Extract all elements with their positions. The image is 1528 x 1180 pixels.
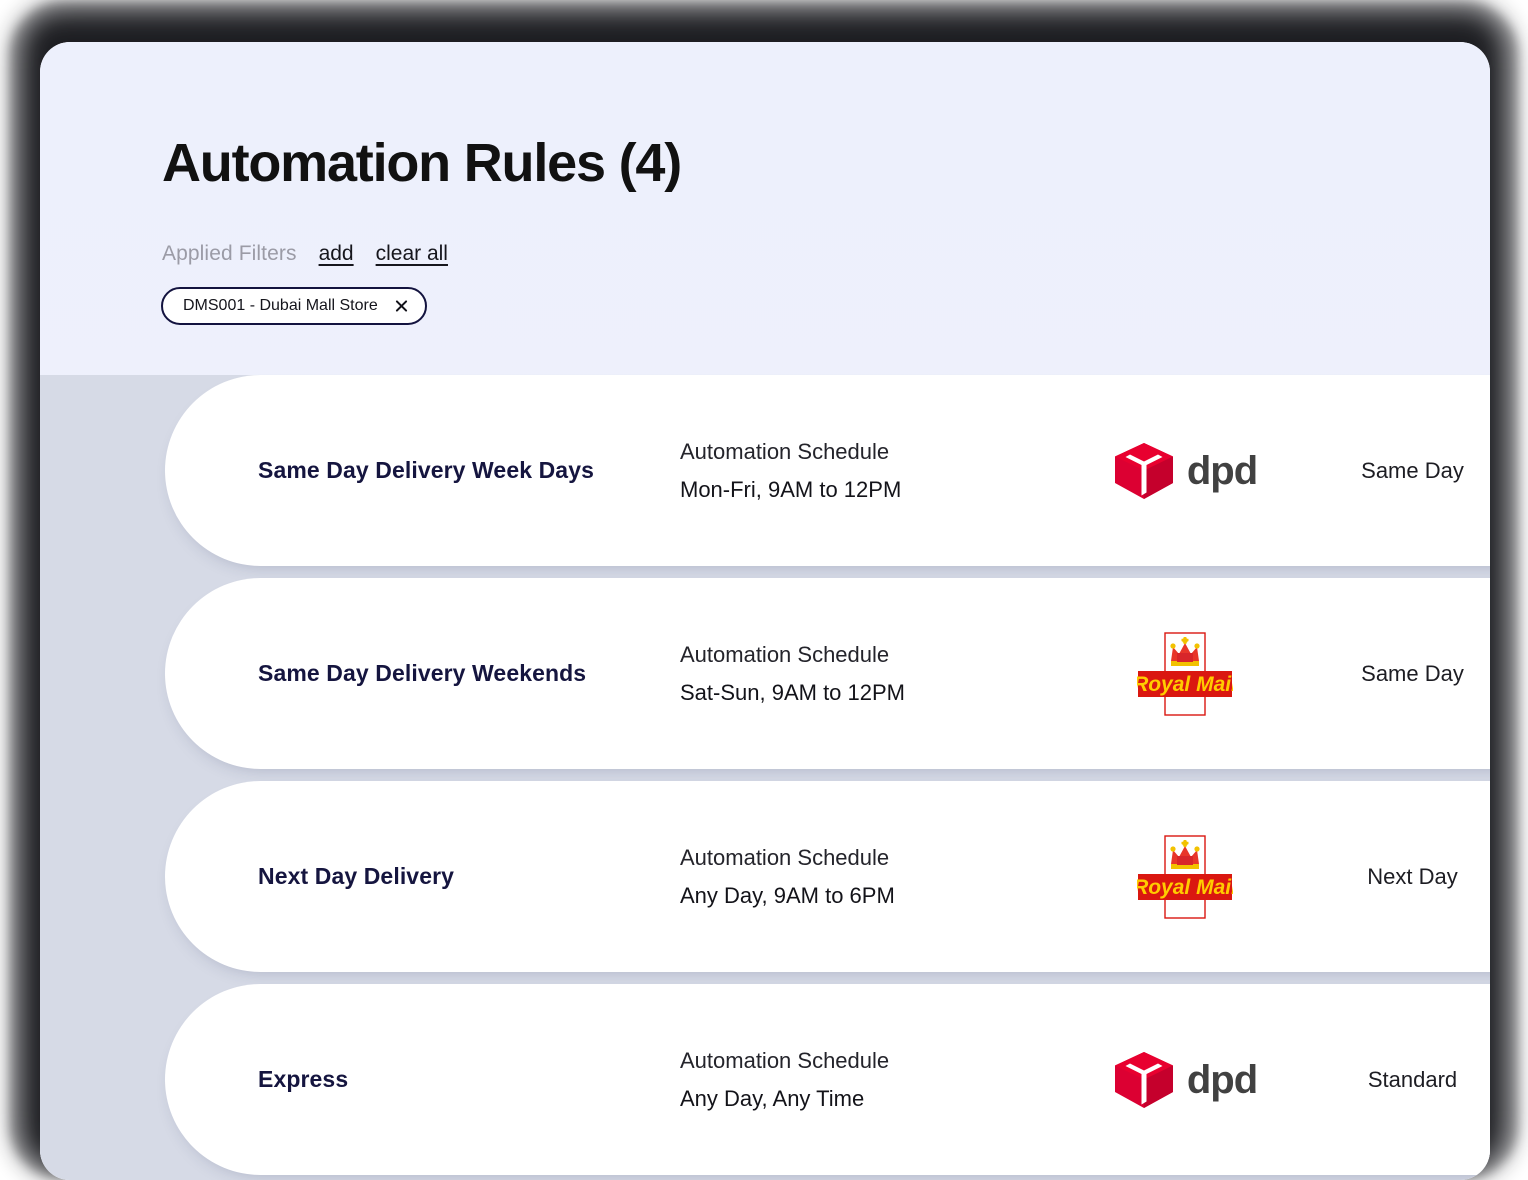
service-level: Standard: [1320, 1067, 1490, 1093]
table-row[interactable]: Same Day Delivery Weekends Automation Sc…: [165, 578, 1490, 769]
rule-name: Same Day Delivery Weekends: [165, 660, 680, 687]
service-level: Next Day: [1320, 864, 1490, 890]
dpd-logo-icon: dpd: [1113, 1051, 1257, 1109]
dpd-cube-icon: [1113, 442, 1175, 500]
schedule-title: Automation Schedule: [680, 636, 1050, 674]
royal-mail-logo-icon: Royal Mail: [1137, 834, 1233, 920]
filter-chip-list: DMS001 - Dubai Mall Store: [161, 287, 427, 325]
royal-mail-logo-icon: Royal Mail: [1137, 631, 1233, 717]
dpd-wordmark: dpd: [1187, 1060, 1257, 1100]
table-row[interactable]: Next Day Delivery Automation Schedule An…: [165, 781, 1490, 972]
rule-schedule: Automation Schedule Sat-Sun, 9AM to 12PM: [680, 636, 1050, 712]
screenshot-stage: Automation Rules (4) Applied Filters add…: [0, 0, 1528, 1180]
rule-schedule: Automation Schedule Mon-Fri, 9AM to 12PM: [680, 433, 1050, 509]
svg-text:Royal Mail: Royal Mail: [1137, 673, 1233, 696]
table-row[interactable]: Express Automation Schedule Any Day, Any…: [165, 984, 1490, 1175]
table-row[interactable]: Same Day Delivery Week Days Automation S…: [165, 375, 1490, 566]
schedule-title: Automation Schedule: [680, 1042, 1050, 1080]
dpd-cube-icon: [1113, 1051, 1175, 1109]
carrier-logo-cell: dpd: [1050, 1051, 1320, 1109]
clear-all-filters-link[interactable]: clear all: [376, 242, 448, 266]
filter-chip-label: DMS001 - Dubai Mall Store: [183, 297, 378, 315]
carrier-logo-cell: Royal Mail: [1050, 834, 1320, 920]
carrier-logo-cell: Royal Mail: [1050, 631, 1320, 717]
schedule-value: Any Day, Any Time: [680, 1080, 1050, 1118]
schedule-value: Sat-Sun, 9AM to 12PM: [680, 674, 1050, 712]
service-level: Same Day: [1320, 458, 1490, 484]
service-level: Same Day: [1320, 661, 1490, 687]
automation-rules-list: Same Day Delivery Week Days Automation S…: [40, 375, 1490, 1180]
automation-rules-card: Automation Rules (4) Applied Filters add…: [40, 42, 1490, 1180]
svg-text:Royal Mail: Royal Mail: [1137, 876, 1233, 899]
add-filter-link[interactable]: add: [319, 242, 354, 266]
carrier-logo-cell: dpd: [1050, 442, 1320, 500]
applied-filters-bar: Applied Filters add clear all: [162, 242, 448, 266]
schedule-title: Automation Schedule: [680, 839, 1050, 877]
close-icon[interactable]: [394, 299, 409, 314]
schedule-value: Any Day, 9AM to 6PM: [680, 877, 1050, 915]
rule-schedule: Automation Schedule Any Day, Any Time: [680, 1042, 1050, 1118]
applied-filters-label: Applied Filters: [162, 242, 297, 266]
rule-name: Same Day Delivery Week Days: [165, 457, 680, 484]
page-title: Automation Rules (4): [162, 132, 681, 194]
dpd-wordmark: dpd: [1187, 451, 1257, 491]
filter-chip-store[interactable]: DMS001 - Dubai Mall Store: [161, 287, 427, 325]
rule-name: Next Day Delivery: [165, 863, 680, 890]
dpd-logo-icon: dpd: [1113, 442, 1257, 500]
schedule-title: Automation Schedule: [680, 433, 1050, 471]
rule-name: Express: [165, 1066, 680, 1093]
schedule-value: Mon-Fri, 9AM to 12PM: [680, 471, 1050, 509]
rule-schedule: Automation Schedule Any Day, 9AM to 6PM: [680, 839, 1050, 915]
